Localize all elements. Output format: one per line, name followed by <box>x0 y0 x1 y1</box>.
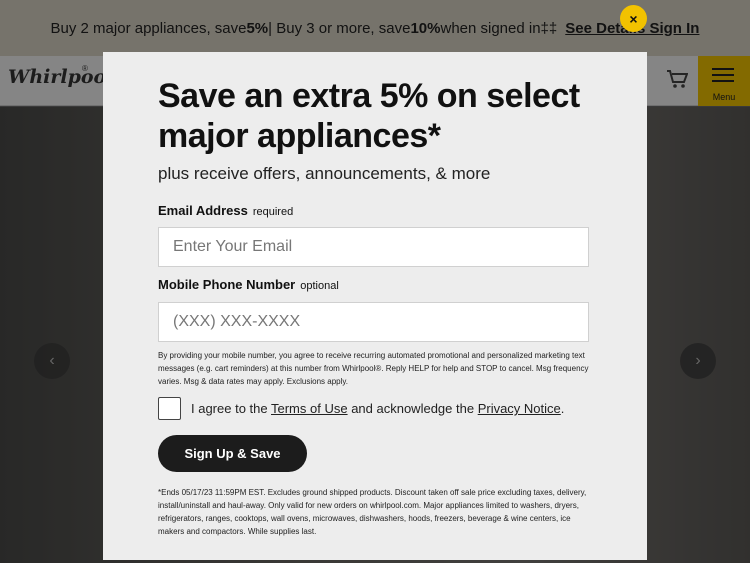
agree-prefix: I agree to the <box>191 401 271 416</box>
email-label-text: Email Address <box>158 203 248 218</box>
phone-optional-hint: optional <box>300 280 339 292</box>
fine-print: *Ends 05/17/23 11:59PM EST. Excludes gro… <box>158 488 587 536</box>
email-label: Email Address required <box>158 203 293 218</box>
email-field[interactable] <box>159 228 588 266</box>
agree-middle: and acknowledge the <box>347 401 478 416</box>
signup-modal: Save an extra 5% on select major applian… <box>103 52 647 560</box>
email-required-hint: required <box>252 206 294 218</box>
phone-field[interactable] <box>159 303 588 341</box>
agree-suffix: . <box>560 401 565 416</box>
agree-label: I agree to the Terms of Use and acknowle… <box>191 401 564 416</box>
terms-of-use-link[interactable]: Terms of Use <box>271 401 348 416</box>
email-field-wrapper <box>158 227 589 267</box>
privacy-notice-link[interactable]: Privacy Notice <box>478 401 561 416</box>
close-icon[interactable]: × <box>620 5 647 32</box>
modal-subtitle: plus receive offers, announcements, & mo… <box>158 164 491 183</box>
phone-field-wrapper <box>158 302 589 342</box>
sign-up-save-button[interactable]: Sign Up & Save <box>158 435 307 472</box>
phone-label: Mobile Phone Number optional <box>158 277 339 292</box>
modal-title: Save an extra 5% on select major applian… <box>158 77 580 155</box>
sms-consent-text: By providing your mobile number, you agr… <box>158 351 589 386</box>
phone-label-text: Mobile Phone Number <box>158 277 296 292</box>
agree-checkbox[interactable] <box>158 397 181 420</box>
